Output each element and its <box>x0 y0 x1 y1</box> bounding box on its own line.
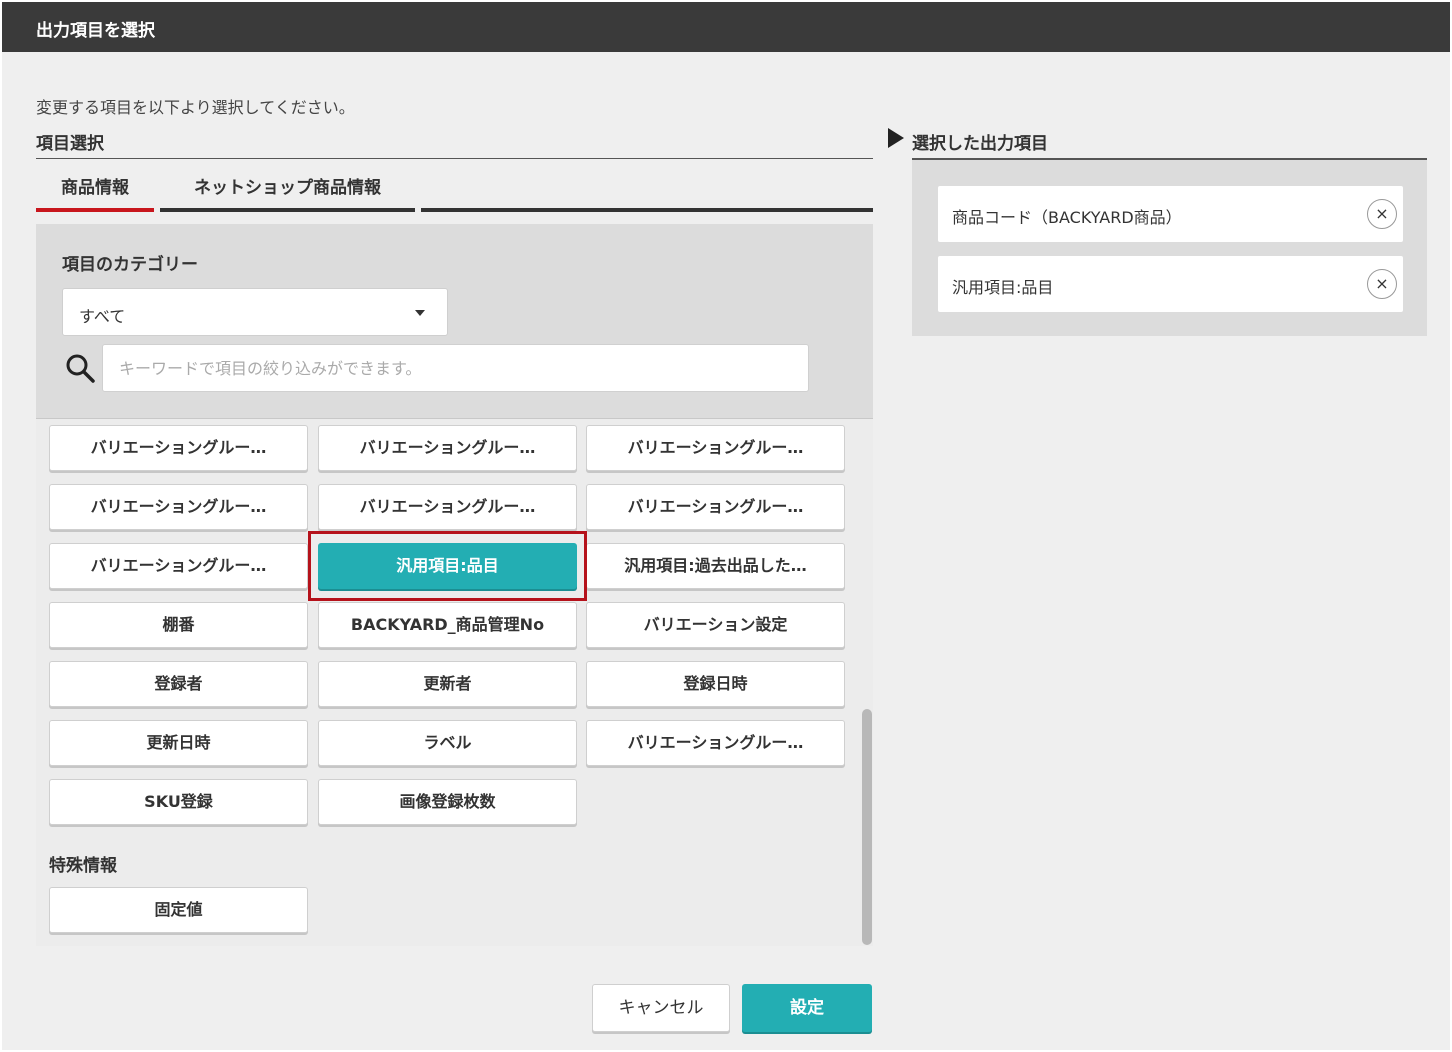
search-icon <box>66 354 95 383</box>
item-button[interactable]: バリエーショングルー… <box>49 484 308 530</box>
category-selected-value: すべて <box>79 307 126 326</box>
triangle-right-icon <box>888 128 904 148</box>
item-button[interactable]: 更新者 <box>318 661 577 707</box>
item-button[interactable]: バリエーショングルー… <box>49 543 308 589</box>
category-select[interactable]: すべて <box>62 288 448 336</box>
caret-down-icon <box>415 310 425 316</box>
tab-label: 商品情報 <box>61 178 129 198</box>
item-button[interactable]: バリエーショングルー… <box>586 484 845 530</box>
selected-item-label: 汎用項目:品目 <box>952 278 1054 297</box>
item-button[interactable]: ラベル <box>318 720 577 766</box>
selected-items-panel: 商品コード（BACKYARD商品） × 汎用項目:品目 × <box>912 160 1427 336</box>
tab-underline <box>160 208 415 212</box>
category-label: 項目のカテゴリー <box>62 255 198 275</box>
divider <box>36 158 873 159</box>
selected-items-heading: 選択した出力項目 <box>912 134 1048 154</box>
scrollbar-thumb[interactable] <box>862 709 872 945</box>
item-button[interactable]: SKU登録 <box>49 779 308 825</box>
tab-label: ネットショップ商品情報 <box>194 178 381 198</box>
item-panel: 項目のカテゴリー すべて バリエーショングルー… バリエーショングルー… バリエ… <box>36 224 873 946</box>
selected-item: 汎用項目:品目 × <box>938 256 1403 312</box>
tab-product-info[interactable]: 商品情報 <box>36 170 154 212</box>
item-button[interactable]: 汎用項目:過去出品した… <box>586 543 845 589</box>
item-button[interactable]: 更新日時 <box>49 720 308 766</box>
item-button[interactable]: BACKYARD_商品管理No <box>318 602 577 648</box>
selected-item-label: 商品コード（BACKYARD商品） <box>952 208 1182 227</box>
item-button[interactable]: バリエーショングルー… <box>586 720 845 766</box>
item-button[interactable]: バリエーショングルー… <box>318 425 577 471</box>
cancel-button[interactable]: キャンセル <box>592 984 730 1032</box>
selected-item: 商品コード（BACKYARD商品） × <box>938 186 1403 242</box>
item-button[interactable]: バリエーショングルー… <box>586 425 845 471</box>
keyword-search-input[interactable] <box>102 344 809 392</box>
tab-extra <box>421 170 873 212</box>
item-button[interactable]: 棚番 <box>49 602 308 648</box>
item-list: バリエーショングルー… バリエーショングルー… バリエーショングルー… バリエー… <box>36 418 873 946</box>
item-button[interactable]: 画像登録枚数 <box>318 779 577 825</box>
remove-icon[interactable]: × <box>1367 269 1397 299</box>
highlight-frame <box>308 531 587 601</box>
tab-netshop-product-info[interactable]: ネットショップ商品情報 <box>160 170 415 212</box>
item-button[interactable]: バリエーショングルー… <box>49 425 308 471</box>
set-button[interactable]: 設定 <box>742 984 872 1032</box>
item-selection-heading: 項目選択 <box>36 134 104 154</box>
special-info-heading: 特殊情報 <box>49 856 117 876</box>
output-item-dialog: 出力項目を選択 変更する項目を以下より選択してください。 項目選択 商品情報 ネ… <box>2 2 1450 1050</box>
dialog-title: 出力項目を選択 <box>36 21 155 41</box>
item-button[interactable]: バリエーショングルー… <box>318 484 577 530</box>
dialog-titlebar: 出力項目を選択 <box>2 2 1450 52</box>
tab-bar: 商品情報 ネットショップ商品情報 <box>36 170 873 212</box>
remove-icon[interactable]: × <box>1367 199 1397 229</box>
instruction-text: 変更する項目を以下より選択してください。 <box>36 98 355 117</box>
item-button[interactable]: 登録日時 <box>586 661 845 707</box>
item-button[interactable]: バリエーション設定 <box>586 602 845 648</box>
tab-underline <box>421 208 873 212</box>
item-button-fixed-value[interactable]: 固定値 <box>49 887 308 933</box>
tab-underline <box>36 208 154 212</box>
item-button[interactable]: 登録者 <box>49 661 308 707</box>
